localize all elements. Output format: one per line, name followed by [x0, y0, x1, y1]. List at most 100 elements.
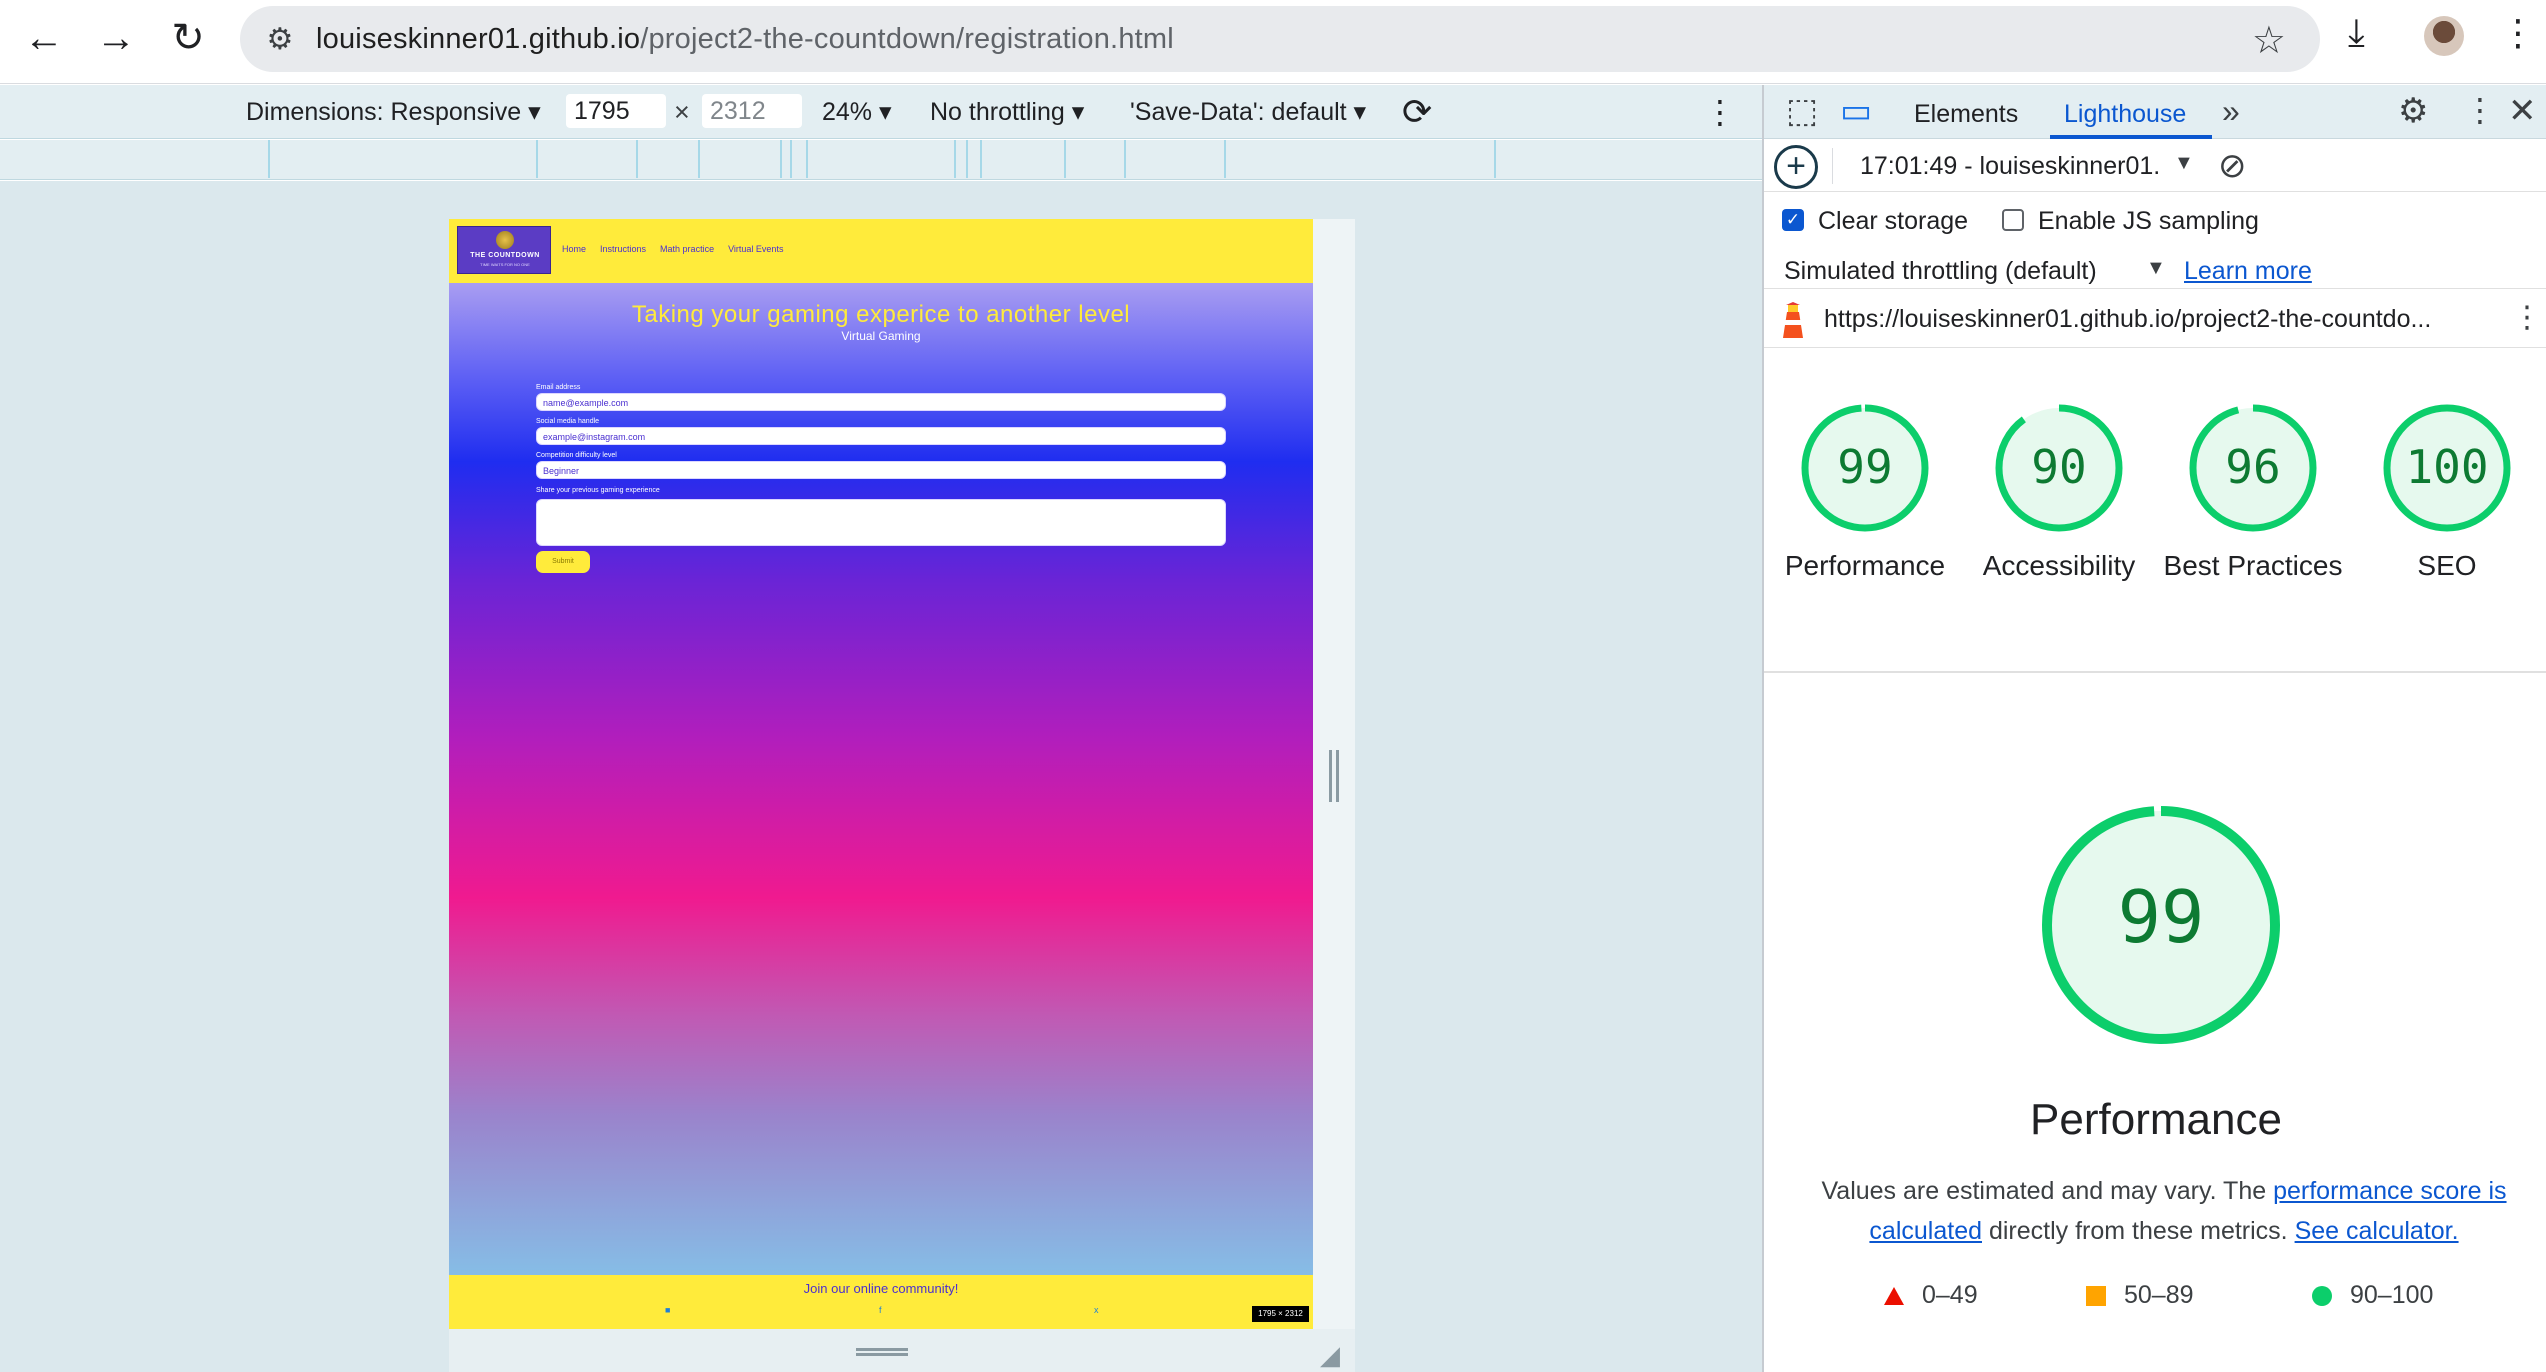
settings-gear-icon[interactable]: ⚙ — [2398, 91, 2428, 131]
audited-url: https://louiseskinner01.github.io/projec… — [1824, 305, 2432, 333]
url-path: /project2-the-countdown/registration.htm… — [640, 22, 1174, 55]
devtools-menu-icon[interactable]: ⋮ — [2464, 91, 2496, 129]
width-input[interactable]: 1795 — [566, 94, 666, 128]
score-value: 100 — [2405, 440, 2489, 494]
coin-icon — [496, 231, 514, 249]
media-query-bar[interactable] — [0, 140, 1762, 180]
site-nav: Home Instructions Math practice Virtual … — [562, 244, 783, 254]
note-text: Values are estimated and may vary. The — [1821, 1177, 2274, 1205]
submit-button[interactable]: Submit — [536, 551, 590, 573]
score-gauge-performance[interactable]: 99 — [1800, 403, 1930, 533]
resize-corner-icon[interactable]: ◢ — [1320, 1340, 1340, 1371]
social-label: Social media handle — [536, 418, 600, 425]
site-main: Taking your gaming experice to another l… — [449, 283, 1313, 1275]
browser-toolbar: ← → ↻ ⚙ louiseskinner01.github.io/projec… — [0, 0, 2546, 84]
score-label: Performance — [1784, 550, 1946, 581]
resize-handle-right[interactable] — [1329, 750, 1339, 802]
hero-title: Taking your gaming experice to another l… — [631, 301, 1131, 328]
browser-menu-icon[interactable]: ⋮ — [2500, 12, 2536, 54]
device-toolbar: Dimensions: Responsive ▾ 1795 × 2312 24%… — [0, 85, 1762, 139]
more-tabs-icon[interactable]: » — [2222, 93, 2240, 130]
audited-url-bar: https://louiseskinner01.github.io/projec… — [1764, 290, 2546, 348]
chevron-down-icon[interactable]: ▼ — [2174, 152, 2194, 175]
legend-pass: 90–100 — [2312, 1281, 2433, 1310]
url-host: louiseskinner01.github.io — [316, 22, 641, 55]
report-select[interactable]: 17:01:49 - louiseskinner01. — [1860, 152, 2160, 181]
site-header: THE COUNTDOWN TIME WAITS FOR NO ONE Home… — [449, 219, 1313, 283]
site-logo[interactable]: THE COUNTDOWN TIME WAITS FOR NO ONE — [457, 226, 551, 274]
email-label: Email address — [536, 384, 581, 391]
score-value: 96 — [2225, 440, 2281, 494]
site-info-icon[interactable]: ⚙ — [260, 19, 300, 59]
score-label: SEO — [2417, 550, 2477, 581]
facebook-icon[interactable]: f — [879, 1305, 882, 1315]
device-toggle-icon[interactable]: ▭ — [1840, 91, 1872, 131]
legend-average: 50–89 — [2086, 1281, 2194, 1310]
legend-fail: 0–49 — [1884, 1281, 1978, 1310]
nav-home[interactable]: Home — [562, 244, 586, 254]
email-field[interactable]: name@example.com — [536, 393, 1226, 411]
back-icon[interactable]: ← — [14, 8, 74, 68]
forward-icon[interactable]: → — [86, 8, 146, 68]
inspect-element-icon[interactable]: ⬚ — [1786, 91, 1818, 131]
experience-label: Share your previous gaming experience — [536, 487, 660, 494]
profile-avatar[interactable] — [2424, 16, 2464, 56]
score-label: Accessibility — [1982, 550, 2136, 581]
clear-storage-checkbox[interactable]: ✓ — [1782, 209, 1804, 231]
more-options-icon[interactable]: ⋮ — [1704, 93, 1736, 131]
tab-lighthouse[interactable]: Lighthouse — [2064, 100, 2186, 129]
see-calculator-link[interactable]: See calculator. — [2295, 1217, 2459, 1245]
learn-more-link[interactable]: Learn more — [2184, 257, 2312, 286]
legend-range: 0–49 — [1922, 1281, 1978, 1309]
throttling-select[interactable]: No throttling ▾ — [930, 97, 1084, 127]
level-label: Competition difficulty level — [536, 452, 617, 459]
main-score-label: Performance — [2030, 1095, 2282, 1144]
rotate-icon[interactable]: ⟳ — [1402, 91, 1432, 133]
height-input[interactable]: 2312 — [702, 94, 802, 128]
score-gauge-best-practices[interactable]: 96 — [2188, 403, 2318, 533]
clear-reports-icon[interactable]: ⊘ — [2218, 146, 2247, 186]
js-sampling-checkbox[interactable] — [2002, 209, 2024, 231]
score-gauge-accessibility[interactable]: 90 — [1994, 403, 2124, 533]
divider — [1832, 148, 1833, 184]
resize-handle-bottom[interactable] — [856, 1348, 908, 1356]
download-icon[interactable]: ⤓ — [2348, 12, 2365, 55]
reload-icon[interactable]: ↻ — [158, 8, 218, 68]
social-field[interactable]: example@instagram.com — [536, 427, 1226, 445]
divider — [1764, 671, 2546, 673]
score-value: 99 — [1837, 440, 1893, 494]
throttling-select[interactable]: Simulated throttling (default) — [1784, 257, 2097, 286]
bookmark-star-icon[interactable]: ☆ — [2252, 18, 2286, 63]
footer-title: Join our online community! — [803, 1281, 959, 1296]
nav-virtual-events[interactable]: Virtual Events — [728, 244, 783, 254]
report-menu-icon[interactable]: ⋮ — [2512, 300, 2542, 335]
score-gauge-seo[interactable]: 100 — [2382, 403, 2512, 533]
experience-textarea[interactable] — [536, 499, 1226, 546]
logo-text: THE COUNTDOWN — [470, 252, 540, 259]
score-value: 90 — [2031, 440, 2087, 494]
main-score-value: 99 — [2117, 875, 2205, 959]
save-data-select[interactable]: 'Save-Data': default ▾ — [1130, 97, 1366, 127]
zoom-select[interactable]: 24% ▾ — [822, 97, 892, 127]
emulated-page: THE COUNTDOWN TIME WAITS FOR NO ONE Home… — [449, 219, 1313, 1329]
x-icon[interactable]: x — [1094, 1305, 1099, 1315]
devtools-panel: ⬚ ▭ Elements Lighthouse » ⚙ ⋮ ✕ + 17:01:… — [1762, 85, 2546, 1372]
address-bar[interactable]: ⚙ louiseskinner01.github.io/project2-the… — [240, 6, 2320, 72]
tab-elements[interactable]: Elements — [1914, 100, 2018, 129]
legend-range: 90–100 — [2350, 1281, 2434, 1309]
nav-math-practice[interactable]: Math practice — [660, 244, 714, 254]
url-text[interactable]: louiseskinner01.github.io/project2-the-c… — [316, 23, 1174, 56]
legend-range: 50–89 — [2124, 1281, 2194, 1309]
site-footer: Join our online community! ■ f x 1795 × … — [449, 1275, 1313, 1329]
chevron-down-icon[interactable]: ▼ — [2146, 257, 2166, 280]
dimensions-select[interactable]: Dimensions: Responsive ▾ — [246, 97, 541, 127]
close-icon[interactable]: ✕ — [2508, 91, 2537, 131]
size-badge: 1795 × 2312 — [1252, 1306, 1309, 1322]
nav-instructions[interactable]: Instructions — [600, 244, 646, 254]
score-legend: 0–49 50–89 90–100 — [1764, 1281, 2546, 1321]
active-tab-indicator — [2050, 135, 2212, 139]
level-select[interactable]: Beginner — [536, 461, 1226, 479]
lighthouse-toolbar: + 17:01:49 - louiseskinner01. ▼ ⊘ — [1764, 140, 2546, 192]
new-report-icon[interactable]: + — [1774, 145, 1818, 189]
instagram-icon[interactable]: ■ — [665, 1305, 670, 1315]
